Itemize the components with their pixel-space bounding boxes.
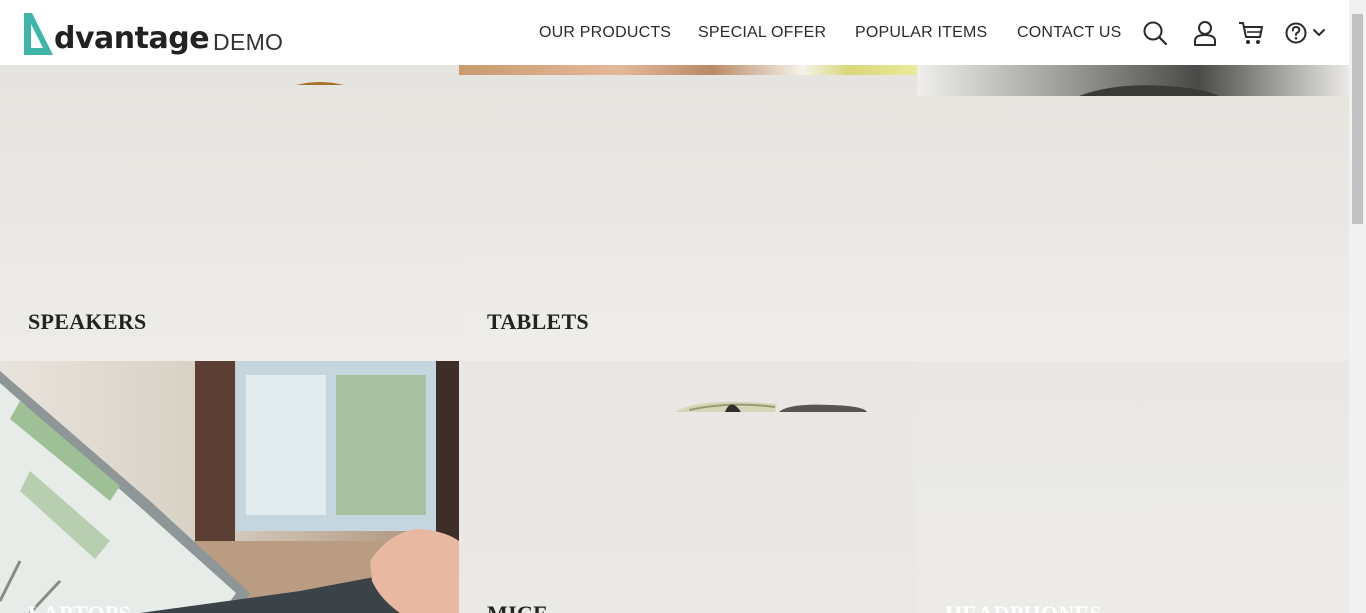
brand-name: dvantage <box>54 21 210 56</box>
nav-our-products[interactable]: OUR PRODUCTS <box>539 24 671 42</box>
page-scrollbar[interactable] <box>1349 0 1366 613</box>
category-tile-mice[interactable]: MICE <box>459 361 917 613</box>
category-label-mice: MICE <box>487 601 548 613</box>
brand-suffix: DEMO <box>213 29 284 55</box>
category-label-speakers: SPEAKERS <box>28 309 147 334</box>
laptops-image <box>0 361 459 613</box>
help-icon <box>1285 22 1307 44</box>
nav-special-offer[interactable]: SPECIAL OFFER <box>698 24 826 42</box>
category-tile-tablets[interactable]: TABLETS <box>459 65 1349 361</box>
category-tile-headphones[interactable]: HEADPHONES <box>917 361 1349 613</box>
logo-a-icon <box>22 11 56 57</box>
nav-contact-us[interactable]: CONTACT US <box>1017 24 1122 42</box>
brand-logo[interactable]: dvantage DEMO <box>22 9 283 57</box>
cart-icon[interactable] <box>1237 18 1265 48</box>
help-menu[interactable] <box>1284 18 1328 48</box>
category-label-tablets: TABLETS <box>487 309 589 334</box>
site-header: dvantage DEMO OUR PRODUCTS SPECIAL OFFER… <box>0 0 1349 65</box>
category-label-headphones: HEADPHONES <box>945 601 1102 613</box>
chevron-down-icon <box>1313 29 1325 36</box>
scrollbar-thumb[interactable] <box>1352 14 1363 224</box>
user-icon[interactable] <box>1191 18 1219 48</box>
mice-image <box>675 401 867 412</box>
category-tile-laptops[interactable]: LAPTOPS <box>0 361 459 613</box>
nav-popular-items[interactable]: POPULAR ITEMS <box>855 24 987 42</box>
category-tile-speakers[interactable]: SPEAKERS <box>0 65 459 361</box>
category-label-laptops: LAPTOPS <box>28 601 131 613</box>
tablets-image <box>459 65 1349 96</box>
search-icon[interactable] <box>1141 18 1169 48</box>
